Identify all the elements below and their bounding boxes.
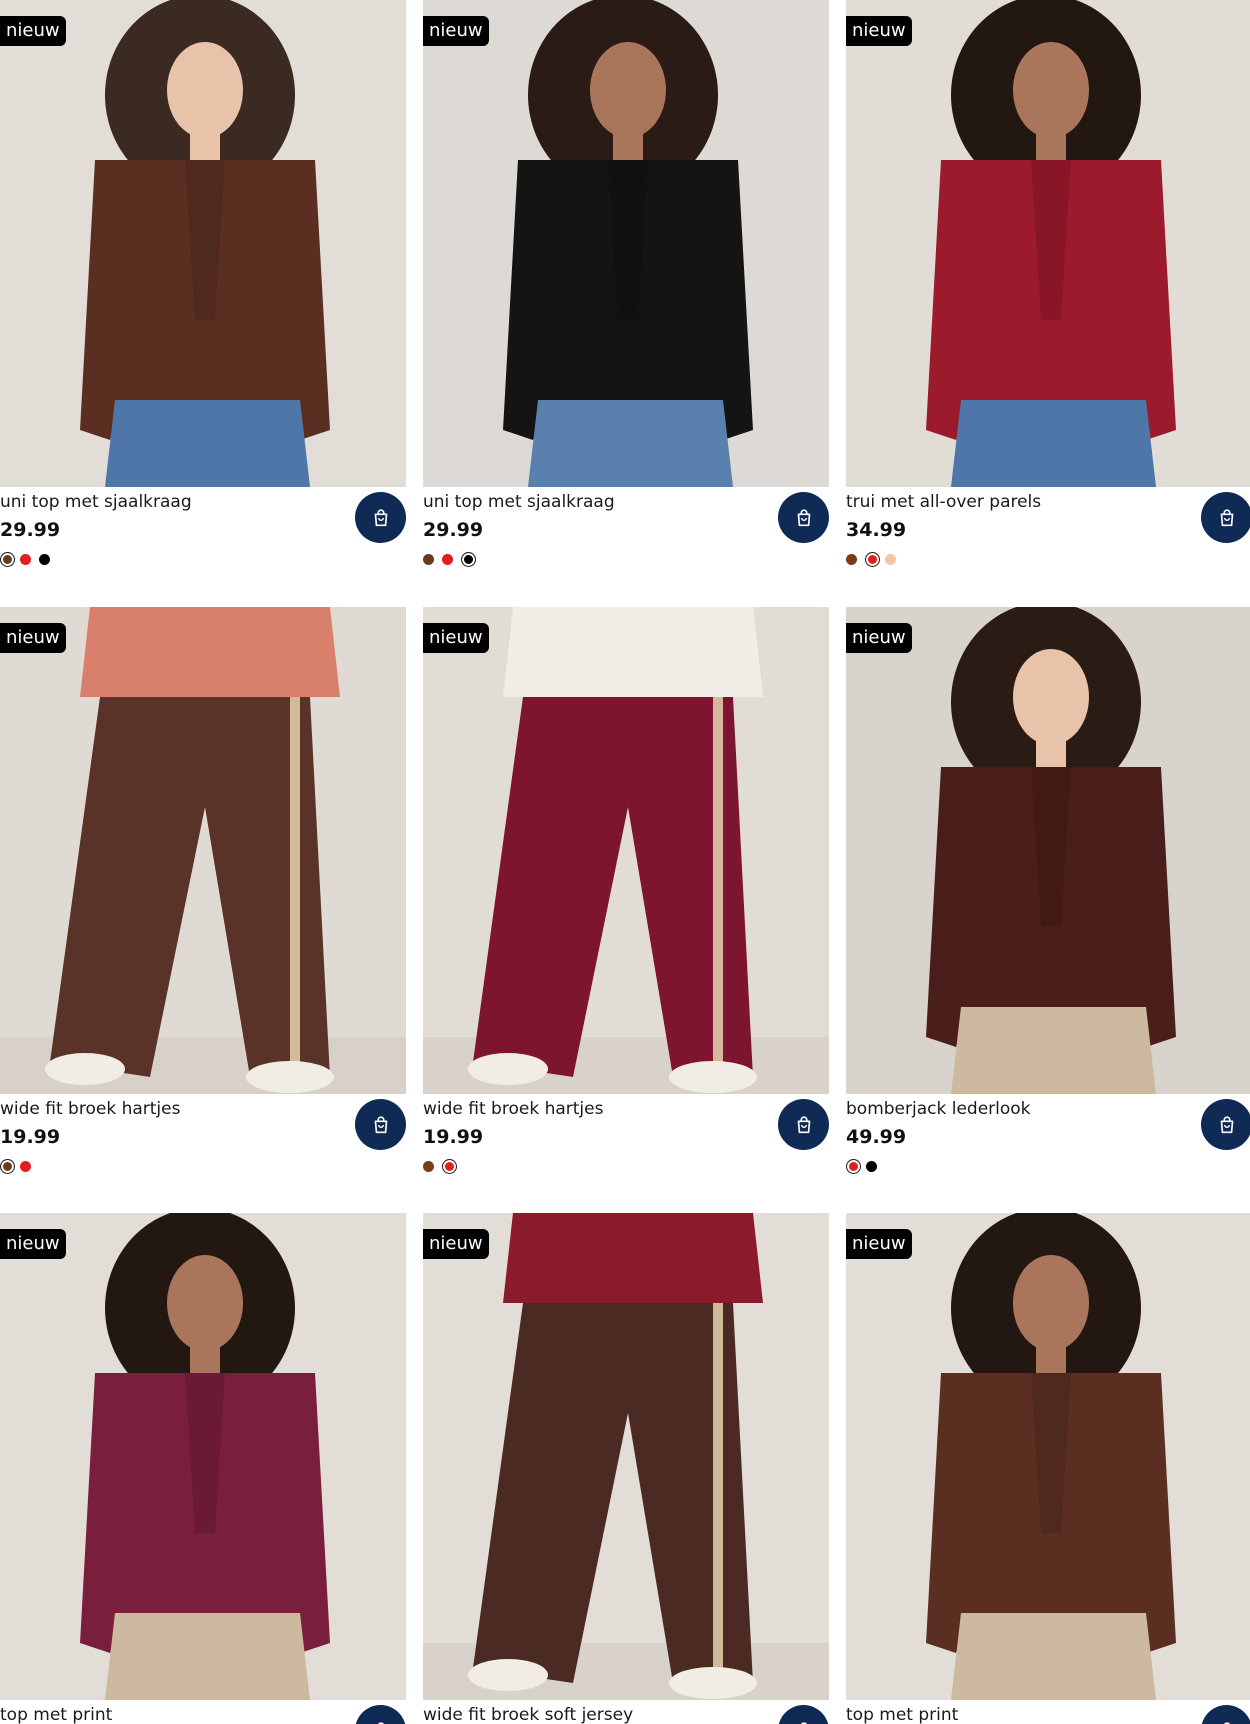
model-photo — [0, 607, 406, 1094]
color-swatch[interactable] — [0, 1158, 15, 1174]
color-swatch[interactable] — [423, 553, 434, 565]
add-to-cart-button[interactable] — [1201, 492, 1250, 543]
new-badge: nieuw — [846, 1229, 912, 1259]
model-photo — [0, 0, 406, 487]
product-image[interactable] — [0, 607, 406, 1094]
product-price: 49.99 — [846, 1126, 907, 1148]
add-to-cart-button[interactable] — [1201, 1705, 1250, 1724]
product-image[interactable] — [846, 607, 1250, 1094]
model-photo — [846, 0, 1250, 487]
model-photo — [423, 1213, 829, 1700]
shopping-bag-icon — [797, 508, 810, 526]
color-swatch[interactable] — [442, 1158, 457, 1174]
new-badge: nieuw — [846, 16, 912, 46]
product-price: 19.99 — [423, 1126, 484, 1148]
new-badge: nieuw — [0, 1229, 66, 1259]
add-to-cart-button[interactable] — [778, 1099, 829, 1150]
shopping-bag-icon — [374, 508, 387, 526]
color-swatches — [0, 1158, 39, 1174]
product-image[interactable] — [0, 0, 406, 487]
new-badge: nieuw — [846, 623, 912, 653]
product-title[interactable]: top met print — [846, 1704, 958, 1724]
add-to-cart-button[interactable] — [778, 1705, 829, 1724]
product-image[interactable] — [0, 1213, 406, 1700]
model-photo — [846, 607, 1250, 1094]
add-to-cart-button[interactable] — [1201, 1099, 1250, 1150]
shopping-bag-icon — [797, 1115, 810, 1133]
color-swatch[interactable] — [423, 1160, 434, 1172]
model-photo — [423, 607, 829, 1094]
color-swatch[interactable] — [442, 553, 453, 565]
model-photo — [846, 1213, 1250, 1700]
shopping-bag-icon — [1223, 1721, 1230, 1724]
new-badge: nieuw — [0, 16, 66, 46]
product-title[interactable]: top met print — [0, 1704, 112, 1724]
add-to-cart-button[interactable] — [355, 1705, 406, 1724]
new-badge: nieuw — [423, 16, 489, 46]
add-to-cart-button[interactable] — [778, 492, 829, 543]
product-image[interactable] — [423, 1213, 829, 1700]
product-title[interactable]: wide fit broek soft jersey — [423, 1704, 633, 1724]
product-card[interactable]: nieuw wide fit broek hartjes 19.99 — [0, 607, 406, 1187]
product-title[interactable]: wide fit broek hartjes — [0, 1098, 180, 1120]
product-price: 34.99 — [846, 519, 907, 541]
product-title[interactable]: trui met all-over parels — [846, 491, 1041, 513]
model-photo — [423, 0, 829, 487]
product-card[interactable]: nieuw wide fit broek soft jersey — [423, 1213, 829, 1724]
color-swatch[interactable] — [885, 553, 896, 565]
color-swatches — [423, 1158, 462, 1174]
color-swatch[interactable] — [865, 551, 880, 567]
new-badge: nieuw — [423, 1229, 489, 1259]
new-badge: nieuw — [423, 623, 489, 653]
model-photo — [0, 1213, 406, 1700]
product-card[interactable]: nieuw wide fit broek hartjes 19.99 — [423, 607, 829, 1187]
color-swatch[interactable] — [846, 553, 857, 565]
product-title[interactable]: bomberjack lederlook — [846, 1098, 1031, 1120]
color-swatches — [423, 551, 481, 567]
product-image[interactable] — [423, 607, 829, 1094]
color-swatch[interactable] — [866, 1160, 877, 1172]
product-price: 29.99 — [0, 519, 61, 541]
product-card[interactable]: nieuw uni top met sjaalkraag 29.99 — [0, 0, 406, 580]
product-image[interactable] — [846, 0, 1250, 487]
color-swatches — [0, 551, 58, 567]
product-image[interactable] — [846, 1213, 1250, 1700]
product-image[interactable] — [423, 0, 829, 487]
shopping-bag-icon — [1220, 508, 1233, 526]
color-swatch[interactable] — [461, 551, 476, 567]
color-swatches — [846, 551, 904, 567]
new-badge: nieuw — [0, 623, 66, 653]
shopping-bag-icon — [374, 1115, 387, 1133]
color-swatch[interactable] — [20, 553, 31, 565]
color-swatch[interactable] — [20, 1160, 31, 1172]
shopping-bag-icon — [800, 1721, 807, 1724]
product-title[interactable]: uni top met sjaalkraag — [0, 491, 192, 513]
product-card[interactable]: nieuw top met print — [846, 1213, 1250, 1724]
add-to-cart-button[interactable] — [355, 492, 406, 543]
color-swatch[interactable] — [0, 551, 15, 567]
shopping-bag-icon — [1220, 1115, 1233, 1133]
product-price: 19.99 — [0, 1126, 61, 1148]
product-card[interactable]: nieuw bomberjack lederlook 49.99 — [846, 607, 1250, 1187]
add-to-cart-button[interactable] — [355, 1099, 406, 1150]
shopping-bag-icon — [377, 1721, 384, 1724]
product-card[interactable]: nieuw trui met all-over parels 34.99 — [846, 0, 1250, 580]
color-swatch[interactable] — [39, 553, 50, 565]
color-swatches — [846, 1158, 885, 1174]
product-card[interactable]: nieuw uni top met sjaalkraag 29.99 — [423, 0, 829, 580]
product-title[interactable]: wide fit broek hartjes — [423, 1098, 603, 1120]
color-swatch[interactable] — [846, 1158, 861, 1174]
product-price: 29.99 — [423, 519, 484, 541]
product-title[interactable]: uni top met sjaalkraag — [423, 491, 615, 513]
product-card[interactable]: nieuw top met print — [0, 1213, 406, 1724]
